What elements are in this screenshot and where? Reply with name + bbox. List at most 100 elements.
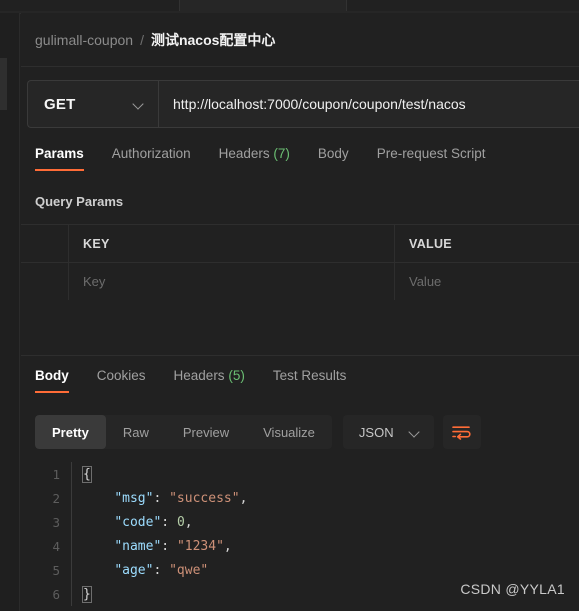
chevron-down-icon bbox=[134, 99, 145, 110]
line-number: 4 bbox=[52, 538, 60, 554]
wrap-lines-button[interactable] bbox=[442, 415, 481, 449]
row-key-input[interactable]: Key bbox=[69, 263, 395, 300]
header-key: KEY bbox=[69, 225, 395, 262]
request-tab-left[interactable] bbox=[0, 0, 180, 11]
response-tab-headers-label: Headers bbox=[173, 368, 225, 383]
breadcrumb-current[interactable]: 测试nacos配置中心 bbox=[151, 30, 275, 50]
code-line: 1{ bbox=[21, 462, 579, 486]
response-tabs: Body Cookies Headers (5) Test Results bbox=[21, 368, 579, 400]
request-tabs: Params Authorization Headers (7) Body Pr… bbox=[21, 146, 579, 181]
header-value: VALUE bbox=[409, 236, 452, 251]
code-token-punct: : bbox=[153, 562, 170, 578]
code-token-str: "qwe" bbox=[169, 562, 209, 578]
view-mode-visualize[interactable]: Visualize bbox=[246, 415, 332, 449]
code-token-key: "code" bbox=[114, 514, 162, 530]
code-token-brace: { bbox=[82, 465, 92, 483]
code-text: "code": 0, bbox=[83, 514, 193, 530]
header-checkbox-cell bbox=[21, 225, 69, 262]
code-token-key: "name" bbox=[114, 538, 162, 554]
query-params-title: Query Params bbox=[35, 194, 124, 209]
response-tab-cookies-label: Cookies bbox=[96, 368, 146, 383]
left-rail bbox=[0, 13, 20, 611]
code-token-punct: , bbox=[184, 514, 193, 530]
text-wrap-icon bbox=[452, 425, 471, 440]
response-view-modes: Pretty Raw Preview Visualize bbox=[35, 415, 332, 449]
table-header-row: KEY VALUE bbox=[21, 225, 579, 263]
breadcrumb: gulimall-coupon / 测试nacos配置中心 bbox=[21, 13, 579, 67]
tab-params[interactable]: Params bbox=[35, 146, 84, 171]
response-tab-headers[interactable]: Headers (5) bbox=[174, 368, 245, 393]
breadcrumb-parent[interactable]: gulimall-coupon bbox=[35, 32, 133, 48]
code-token-str: "1234" bbox=[176, 538, 224, 554]
watermark: CSDN @YYLA1 bbox=[460, 581, 565, 597]
code-text: "msg": "success", bbox=[83, 491, 247, 506]
code-line: 4 "name": "1234", bbox=[21, 534, 579, 558]
tab-params-label: Params bbox=[35, 146, 84, 161]
code-text: { bbox=[82, 465, 92, 483]
code-token-punct: , bbox=[223, 538, 232, 554]
code-text: } bbox=[82, 585, 92, 603]
http-method-select[interactable]: GET bbox=[27, 80, 158, 128]
tab-headers[interactable]: Headers (7) bbox=[219, 146, 290, 171]
request-tab-strip bbox=[0, 0, 579, 14]
url-input-value: http://localhost:7000/coupon/coupon/test… bbox=[173, 96, 466, 112]
tab-pre-request-script-label: Pre-request Script bbox=[376, 146, 486, 161]
response-tab-headers-count: (5) bbox=[228, 368, 245, 383]
code-token-key: "age" bbox=[114, 562, 154, 578]
tab-headers-label: Headers bbox=[218, 146, 270, 161]
fold-guide bbox=[71, 510, 83, 534]
row-checkbox-cell[interactable] bbox=[21, 263, 69, 300]
fold-guide bbox=[71, 582, 83, 606]
row-value-input[interactable]: Value bbox=[395, 263, 579, 300]
view-mode-preview[interactable]: Preview bbox=[166, 415, 246, 449]
code-token-num: 0 bbox=[176, 514, 185, 530]
chevron-down-icon bbox=[410, 427, 421, 438]
code-token-punct: : bbox=[153, 490, 170, 506]
table-row[interactable]: Key Value bbox=[21, 263, 579, 301]
request-url-row: GET http://localhost:7000/coupon/coupon/… bbox=[27, 80, 579, 128]
request-tab-right[interactable] bbox=[346, 0, 579, 11]
response-tab-test-results[interactable]: Test Results bbox=[273, 368, 347, 393]
response-tab-body[interactable]: Body bbox=[35, 368, 69, 393]
line-number: 5 bbox=[52, 562, 60, 578]
tab-pre-request-script[interactable]: Pre-request Script bbox=[377, 146, 486, 171]
tab-body[interactable]: Body bbox=[318, 146, 349, 171]
breadcrumb-separator: / bbox=[140, 31, 144, 48]
fold-guide bbox=[71, 558, 83, 582]
fold-guide bbox=[71, 534, 83, 558]
line-number: 2 bbox=[52, 490, 60, 506]
code-token-punct: : bbox=[161, 538, 177, 554]
code-token-str: "success" bbox=[169, 490, 240, 506]
line-number: 3 bbox=[52, 514, 60, 530]
code-line: 3 "code": 0, bbox=[21, 510, 579, 534]
fold-guide bbox=[71, 486, 83, 510]
params-empty-area bbox=[21, 300, 579, 356]
code-text: "age": "qwe" bbox=[83, 563, 208, 578]
code-token-punct: : bbox=[161, 514, 177, 530]
tab-headers-count: (7) bbox=[273, 146, 290, 161]
vertical-scrollbar[interactable] bbox=[0, 58, 7, 110]
response-format-label: JSON bbox=[358, 424, 394, 440]
postman-window: gulimall-coupon / 测试nacos配置中心 GET http:/… bbox=[0, 0, 579, 611]
code-token-punct: , bbox=[239, 490, 248, 506]
query-params-table: KEY VALUE Key Value bbox=[21, 224, 579, 301]
response-view-toolbar: Pretty Raw Preview Visualize JSON bbox=[21, 412, 579, 452]
view-mode-pretty[interactable]: Pretty bbox=[35, 415, 106, 449]
tab-body-label: Body bbox=[317, 146, 349, 161]
response-tab-test-results-label: Test Results bbox=[272, 368, 347, 383]
line-number: 1 bbox=[52, 466, 60, 482]
line-number: 6 bbox=[52, 586, 60, 602]
url-input[interactable]: http://localhost:7000/coupon/coupon/test… bbox=[158, 80, 579, 128]
code-line: 5 "age": "qwe" bbox=[21, 558, 579, 582]
fold-guide bbox=[71, 462, 83, 486]
tab-authorization[interactable]: Authorization bbox=[112, 146, 191, 171]
code-token-key: "msg" bbox=[114, 490, 154, 506]
response-format-select[interactable]: JSON bbox=[342, 415, 434, 449]
http-method-label: GET bbox=[44, 95, 76, 113]
code-line: 2 "msg": "success", bbox=[21, 486, 579, 510]
view-mode-raw[interactable]: Raw bbox=[106, 415, 166, 449]
tab-authorization-label: Authorization bbox=[111, 146, 191, 161]
response-tab-body-label: Body bbox=[35, 368, 69, 383]
response-tab-cookies[interactable]: Cookies bbox=[97, 368, 146, 393]
code-token-brace: } bbox=[82, 585, 92, 603]
